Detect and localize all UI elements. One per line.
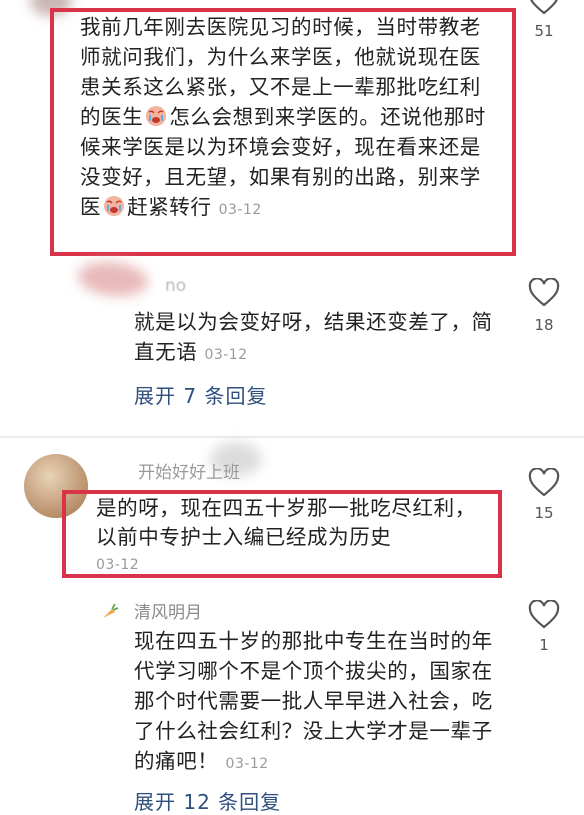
reply-text: 现在四五十岁的那批中专生在当时的年代学习哪个不是个顶个拔尖的，国家在那个时代需要…	[134, 626, 502, 779]
reply-time: 03-12	[204, 347, 248, 363]
comment-time: 03-12	[96, 557, 140, 573]
like-count: 1	[539, 636, 549, 654]
comment-text-content: 是的呀，现在四五十岁那一批吃尽红利，以前中专护士入编已经成为历史	[96, 496, 476, 549]
reply-username[interactable]: no	[165, 276, 186, 296]
comment-username[interactable]: 开始好好上班	[138, 458, 240, 483]
comment-time: 03-12	[218, 202, 262, 218]
like-count: 15	[534, 504, 554, 522]
avatar[interactable]	[24, 454, 88, 518]
crying-face-icon	[102, 195, 126, 217]
avatar[interactable]	[30, 0, 72, 16]
comment-text-part: 赶紧转行	[127, 195, 212, 219]
like-icon[interactable]	[528, 468, 560, 498]
carrot-icon	[100, 601, 120, 621]
comment-text: 我前几年刚去医院见习的时候，当时带教老师就问我们，为什么来学医，他就说现在医患关…	[80, 12, 488, 225]
expand-replies-link[interactable]: 展开 12 条回复	[134, 786, 281, 815]
like-count: 51	[534, 22, 554, 40]
reply-text: 就是以为会变好呀，结果还变差了，简直无语 03-12	[134, 307, 496, 370]
reply-username[interactable]: 清风明月	[134, 598, 202, 623]
like-icon[interactable]	[528, 600, 560, 630]
reply-text-content: 现在四五十岁的那批中专生在当时的年代学习哪个不是个顶个拔尖的，国家在那个时代需要…	[134, 629, 493, 773]
crying-face-icon	[144, 105, 168, 127]
reply-text-content: 就是以为会变好呀，结果还变差了，简直无语	[134, 310, 493, 364]
like-count: 18	[534, 316, 554, 334]
divider	[0, 436, 584, 438]
avatar[interactable]	[78, 262, 148, 296]
expand-replies-link[interactable]: 展开 7 条回复	[134, 380, 267, 409]
like-icon[interactable]	[528, 278, 560, 308]
comment-text: 是的呀，现在四五十岁那一批吃尽红利，以前中专护士入编已经成为历史	[96, 494, 476, 552]
reply-time: 03-12	[225, 756, 269, 772]
like-icon[interactable]	[528, 0, 560, 16]
